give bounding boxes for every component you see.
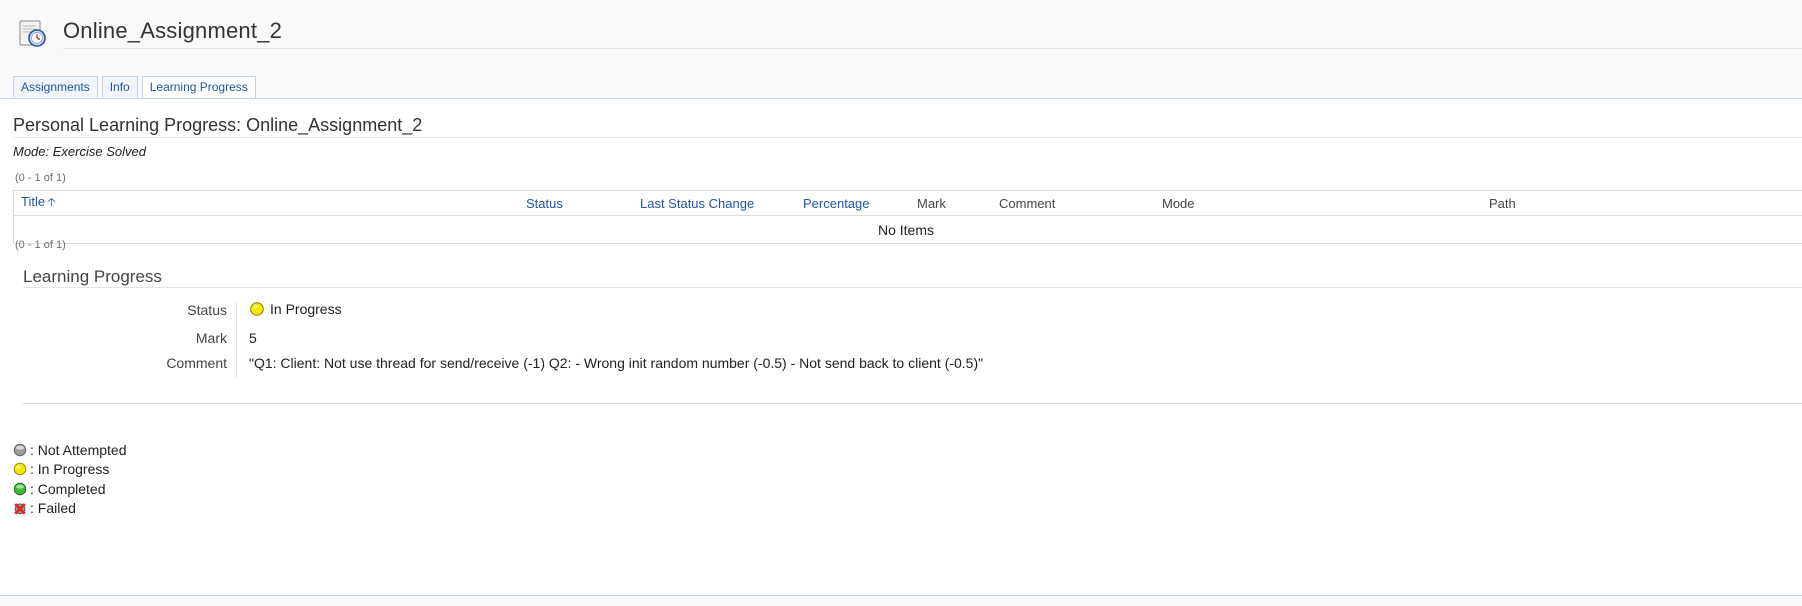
sort-ascending-icon: 🡡 [47,194,56,209]
table-row: No Items [13,215,1802,244]
personal-progress-title: Personal Learning Progress: Online_Assig… [13,115,423,135]
status-value: In Progress [249,301,342,317]
not-attempted-icon [13,443,27,456]
tab-info[interactable]: Info [101,76,138,97]
comment-value: "Q1: Client: Not use thread for send/rec… [249,355,984,371]
mark-value: 5 [249,330,257,346]
in-progress-icon [250,302,264,316]
page-title: Online_Assignment_2 [63,18,283,43]
comment-label: Comment [166,355,227,371]
tab-bar: Assignments Info Learning Progress [13,76,260,99]
header-divider [63,48,1802,49]
legend-item-failed: : Failed [13,499,127,519]
column-header-title[interactable]: Title 🡡 [13,190,519,216]
failed-icon [14,503,26,515]
status-legend: : Not Attempted : In Progress : Complete… [13,440,127,518]
mode-text: Mode: Exercise Solved [13,144,146,159]
pager-bottom: (0 - 1 of 1) [15,239,66,251]
column-header-comment: Comment [992,190,1155,216]
progress-table: Title 🡡 Status Last Status Change Percent… [13,190,1802,244]
section-divider [13,137,1802,138]
column-header-mark: Mark [910,190,992,216]
status-value-text: In Progress [270,301,342,317]
legend-item-in-progress: : In Progress [13,460,127,480]
legend-item-not-attempted: : Not Attempted [13,440,127,460]
learning-progress-title: Learning Progress [23,267,162,286]
property-separator [236,302,237,378]
tab-assignments[interactable]: Assignments [13,76,98,97]
exercise-icon [18,18,50,50]
column-header-percentage[interactable]: Percentage [796,190,910,216]
column-header-status[interactable]: Status [519,190,633,216]
legend-item-completed: : Completed [13,479,127,499]
mark-label: Mark [195,330,227,346]
pager-top: (0 - 1 of 1) [15,172,66,184]
column-header-label: Title [21,193,46,209]
learning-progress-divider [23,287,1802,288]
status-label: Status [187,302,227,318]
column-header-path: Path [1482,190,1802,216]
content-panel: Personal Learning Progress: Online_Assig… [0,98,1802,596]
in-progress-icon [13,463,27,476]
table-header-row: Title 🡡 Status Last Status Change Percent… [13,190,1802,216]
page: Online_Assignment_2 Assignments Info Lea… [0,0,1802,606]
column-header-last-status-change[interactable]: Last Status Change [633,190,796,216]
legend-divider [23,403,1802,404]
completed-icon [13,482,27,495]
tab-learning-progress[interactable]: Learning Progress [141,76,256,99]
column-header-mode: Mode [1155,190,1482,216]
page-header: Online_Assignment_2 [0,0,1802,60]
empty-table-message: No Items [13,215,1802,244]
